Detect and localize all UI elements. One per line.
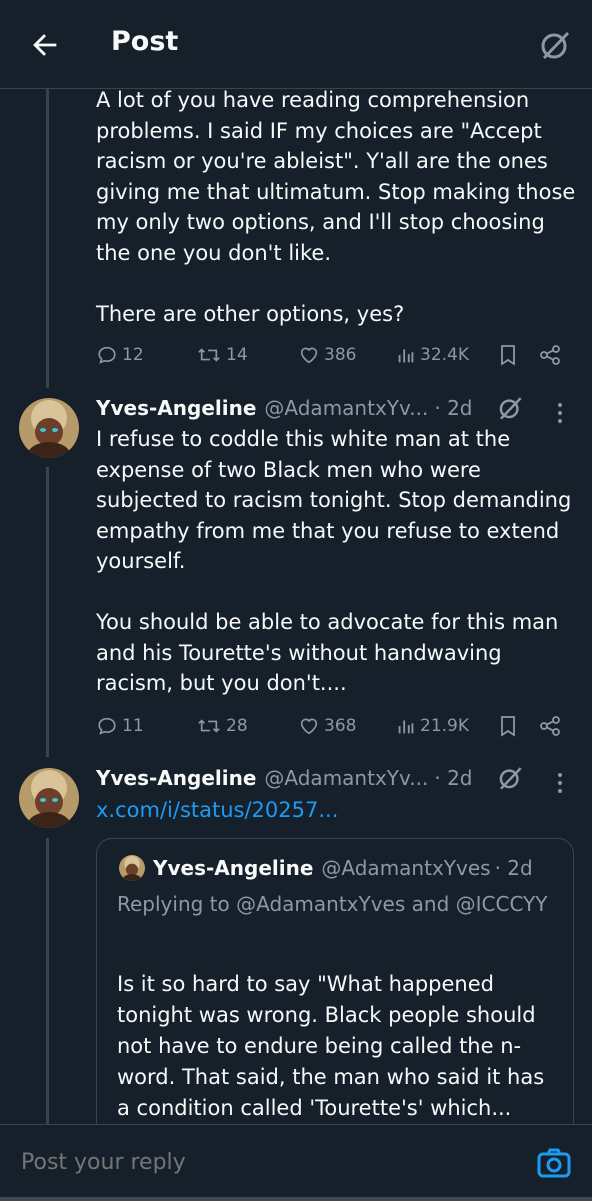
replying-to: Replying to @AdamantxYves and @ICCCYY [117, 889, 557, 920]
repost-count: 28 [226, 716, 248, 736]
share-icon [540, 345, 560, 365]
timestamp[interactable]: · 2d [434, 396, 472, 420]
replying-to-label: Replying to [117, 892, 237, 916]
username[interactable]: @AdamantxYv... [264, 766, 428, 790]
bookmark-icon [501, 345, 515, 366]
views-button[interactable]: 21.9K [396, 712, 469, 740]
repost-button[interactable]: 14 [196, 341, 248, 369]
like-count: 386 [324, 345, 357, 365]
quoted-tweet-text: Is it so hard to say "What happened toni… [117, 972, 545, 1120]
top-bar: Post [0, 0, 592, 89]
camera-icon[interactable] [536, 1145, 572, 1181]
view-count: 21.9K [420, 716, 469, 736]
bookmark-icon [501, 716, 515, 737]
back-arrow-icon[interactable] [28, 28, 62, 62]
quoted-tweet-author: Yves-Angeline @AdamantxYves · 2d [119, 855, 533, 881]
thread-line [46, 838, 49, 1124]
share-button[interactable] [538, 712, 562, 740]
like-button[interactable]: 386 [298, 341, 356, 369]
display-name: Yves-Angeline [153, 856, 314, 880]
share-icon [540, 716, 560, 736]
thread-line [46, 88, 49, 388]
thread-line [46, 467, 49, 757]
avatar[interactable] [19, 398, 79, 458]
tweet-author: Yves-Angeline @AdamantxYv... · 2d [96, 766, 473, 790]
avatar[interactable] [19, 768, 79, 828]
tweet-text: A lot of you have reading comprehension … [96, 88, 576, 326]
repost-button[interactable]: 28 [196, 712, 248, 740]
reply-icon [98, 717, 116, 735]
reply-icon [98, 346, 116, 364]
views-icon [398, 720, 414, 734]
heart-icon [300, 347, 318, 364]
tweet-text: I refuse to coddle this white man at the… [96, 427, 572, 695]
reply-count: 12 [122, 345, 144, 365]
reply-button[interactable]: 11 [96, 712, 144, 740]
grok-icon[interactable] [538, 28, 572, 62]
reply-button[interactable]: 12 [96, 341, 144, 369]
heart-icon [300, 718, 318, 735]
gesture-bar [0, 1197, 592, 1201]
tweet-actions: 12 14 386 32.4K [96, 341, 566, 369]
timestamp: · 2d [494, 856, 533, 880]
bookmark-button[interactable] [498, 341, 518, 369]
more-options-icon[interactable] [552, 770, 568, 796]
repost-icon [198, 719, 220, 733]
quoted-tweet-card[interactable]: Yves-Angeline @AdamantxYves · 2d Replyin… [96, 838, 574, 1140]
like-button[interactable]: 368 [298, 712, 356, 740]
replying-to-mentions: @AdamantxYves and @ICCCYY [236, 892, 548, 916]
bookmark-button[interactable] [498, 712, 518, 740]
like-count: 368 [324, 716, 357, 736]
view-count: 32.4K [420, 345, 469, 365]
display-name[interactable]: Yves-Angeline [96, 396, 256, 420]
page-title: Post [111, 26, 179, 57]
reply-count: 11 [122, 716, 144, 736]
avatar [119, 855, 145, 881]
reply-input[interactable] [19, 1149, 503, 1176]
reply-bar [0, 1124, 592, 1201]
more-options-icon[interactable] [552, 400, 568, 426]
tweet-author: Yves-Angeline @AdamantxYv... · 2d [96, 396, 473, 420]
views-icon [398, 349, 414, 363]
display-name[interactable]: Yves-Angeline [96, 766, 256, 790]
timestamp[interactable]: · 2d [434, 766, 472, 790]
repost-count: 14 [226, 345, 248, 365]
grok-icon[interactable] [496, 394, 524, 422]
username: @AdamantxYves [321, 856, 491, 880]
repost-icon [198, 348, 220, 362]
views-button[interactable]: 32.4K [396, 341, 469, 369]
tweet-actions: 11 28 368 21.9K [96, 712, 566, 740]
grok-icon[interactable] [496, 764, 524, 792]
status-link[interactable]: x.com/i/status/20257... [96, 798, 338, 822]
username[interactable]: @AdamantxYv... [264, 396, 428, 420]
share-button[interactable] [538, 341, 562, 369]
